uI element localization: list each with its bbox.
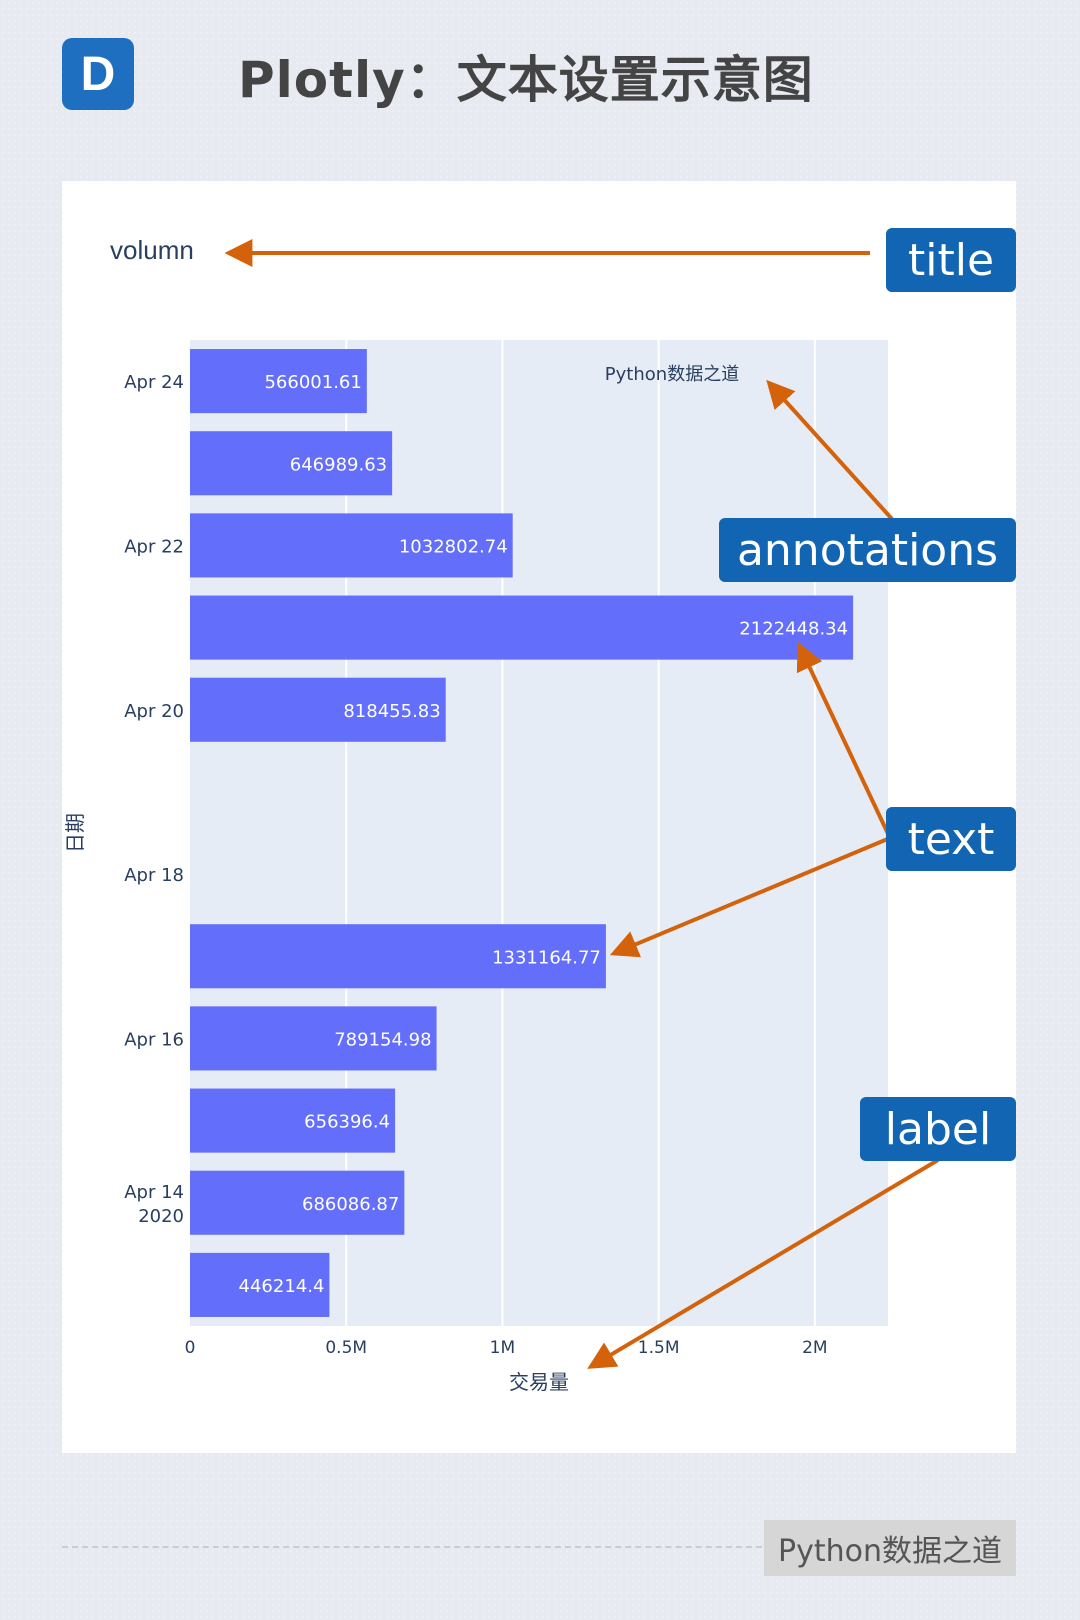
bar-value-text: 1331164.77: [492, 947, 601, 968]
y-tick-label: Apr 16: [124, 1029, 184, 1050]
callout-title: title: [886, 228, 1016, 292]
bar-chart: 566001.61 646989.63 1032802.74 2122448.34 81…: [63, 235, 940, 1394]
chart-title: volumn: [110, 235, 194, 265]
y-tick-label: Apr 20: [124, 701, 184, 722]
x-tick-label: 0.5M: [325, 1338, 367, 1358]
bar-value-text: 446214.4: [239, 1276, 325, 1297]
y-tick-label-line: Apr 16: [124, 1029, 184, 1050]
y-tick-label: Apr 24: [124, 372, 184, 393]
y-tick-label-line: Apr 20: [124, 701, 184, 722]
y-tick-label-line: Apr 22: [124, 536, 184, 557]
footer-divider: [62, 1546, 762, 1548]
bar-value-text: 789154.98: [334, 1029, 431, 1050]
bar-value-text: 818455.83: [343, 701, 440, 722]
annotation-text: Python数据之道: [605, 364, 739, 385]
y-tick-label: Apr 22: [124, 536, 184, 557]
footer-watermark: Python数据之道: [764, 1520, 1016, 1576]
callout-annotations: annotations: [719, 518, 1016, 582]
y-tick-label-line: Apr 14: [124, 1182, 184, 1203]
x-tick-label: 1M: [490, 1338, 515, 1358]
bar-value-text: 646989.63: [290, 454, 387, 475]
y-axis-label: 日期: [63, 813, 87, 853]
y-tick-label-line: Apr 24: [124, 372, 184, 393]
x-tick-label: 2M: [802, 1338, 827, 1358]
x-tick-label: 1.5M: [638, 1338, 680, 1358]
y-tick-label-line: 2020: [138, 1206, 184, 1227]
logo-badge: D: [62, 38, 134, 110]
y-tick-label: Apr 18: [124, 865, 184, 886]
bar-value-text: 1032802.74: [399, 536, 508, 557]
bar-value-text: 686086.87: [302, 1194, 399, 1215]
bar-value-text: 656396.4: [304, 1112, 390, 1133]
callout-text: text: [886, 807, 1016, 871]
x-tick-label: 0: [185, 1338, 196, 1358]
chart-card: 566001.61 646989.63 1032802.74 2122448.34 81…: [62, 181, 1016, 1453]
page-title: Plotly：文本设置示意图: [238, 51, 814, 109]
bar-value-text: 566001.61: [264, 372, 361, 393]
x-axis-label: 交易量: [509, 1370, 569, 1394]
callout-label: label: [860, 1097, 1016, 1161]
y-tick-label: Apr 14 2020: [124, 1182, 184, 1227]
y-tick-label-line: Apr 18: [124, 865, 184, 886]
bar-value-text: 2122448.34: [739, 619, 848, 640]
